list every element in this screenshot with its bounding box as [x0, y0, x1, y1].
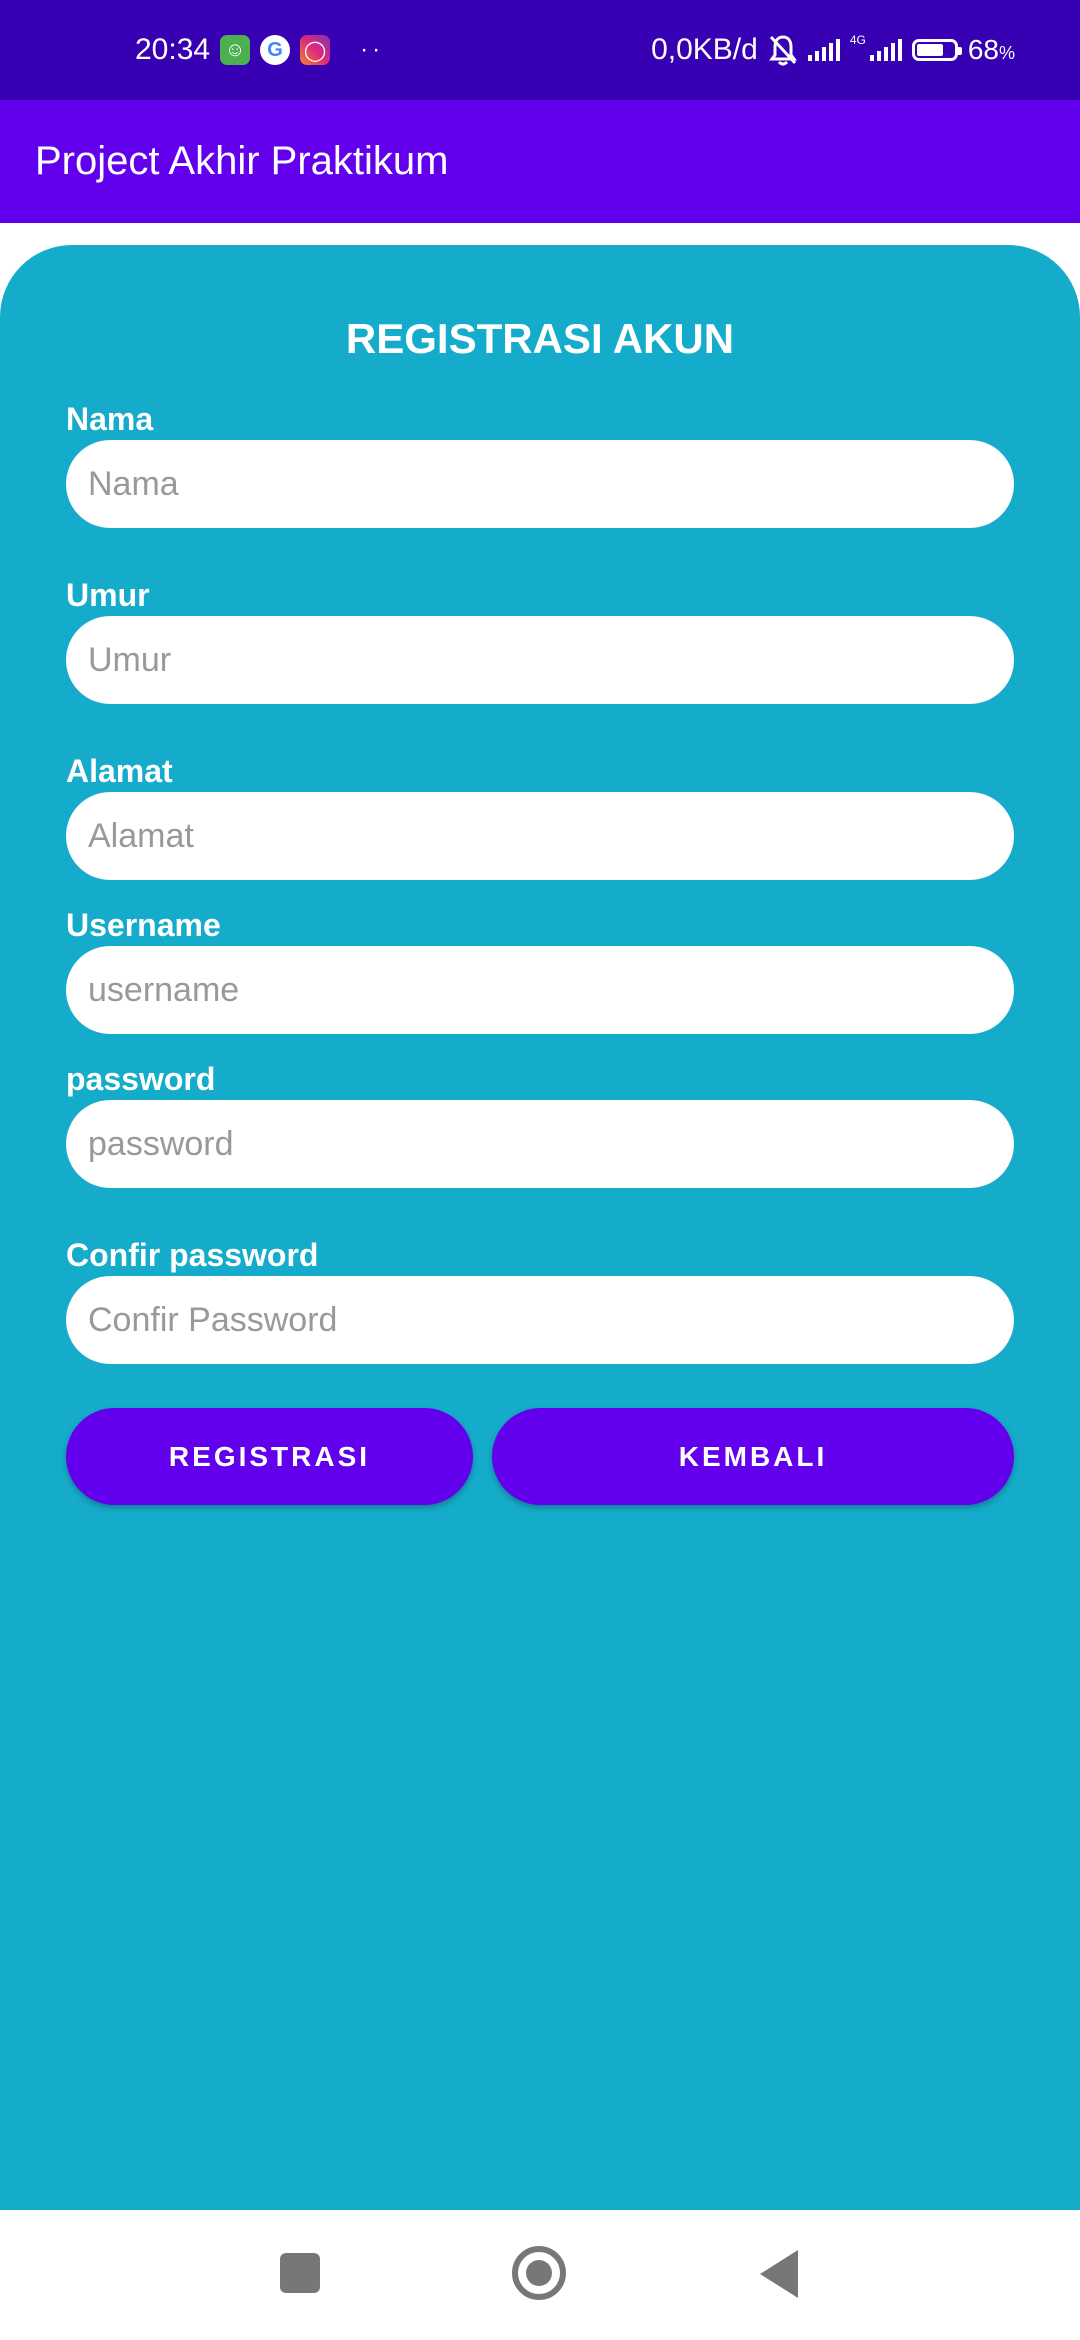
username-input[interactable]	[66, 946, 1014, 1034]
registration-card: REGISTRASI AKUN Nama Umur Alamat Usernam…	[0, 245, 1080, 2210]
register-button[interactable]: REGISTRASI	[66, 1408, 473, 1505]
umur-input[interactable]	[66, 616, 1014, 704]
network-type: 4G	[849, 33, 866, 47]
back-icon[interactable]	[760, 2250, 798, 2298]
google-icon: G	[260, 35, 291, 65]
bell-muted-icon	[768, 35, 797, 66]
confirm-password-input[interactable]	[66, 1276, 1014, 1364]
signal-4g-icon	[869, 39, 902, 61]
alamat-input[interactable]	[66, 792, 1014, 880]
form-title: REGISTRASI AKUN	[345, 315, 735, 362]
home-icon[interactable]	[512, 2246, 566, 2300]
recent-apps-icon[interactable]	[280, 2253, 320, 2293]
battery-fill	[916, 44, 943, 56]
status-bar-left: 20:34 ☺ G ◯ ··	[135, 0, 384, 100]
android-messages-icon: ☺	[220, 35, 251, 65]
umur-label: Umur	[66, 577, 150, 613]
confirm-password-label: Confir password	[66, 1237, 319, 1273]
alamat-label: Alamat	[66, 753, 173, 789]
status-time: 20:34	[135, 33, 211, 66]
username-label: Username	[66, 907, 221, 943]
nama-input[interactable]	[66, 440, 1014, 528]
password-input[interactable]	[66, 1100, 1014, 1188]
instagram-icon: ◯	[300, 35, 331, 65]
navigation-bar	[0, 2210, 1080, 2340]
battery-icon	[911, 39, 962, 61]
signal-icon	[807, 39, 840, 61]
more-notifications-icon: ··	[360, 36, 385, 63]
password-label: password	[66, 1061, 216, 1097]
status-bar-right: 0,0KB/d 4G 68%	[651, 0, 1015, 100]
battery-percentage: 68%	[967, 34, 1015, 65]
status-bar: 20:34 ☺ G ◯ ·· 0,0KB/d 4G 68%	[0, 0, 1080, 100]
app-bar: Project Akhir Praktikum	[0, 100, 1080, 223]
app-title: Project Akhir Praktikum	[35, 139, 449, 183]
nama-label: Nama	[66, 401, 154, 437]
network-speed: 0,0KB/d	[651, 33, 758, 66]
back-button[interactable]: KEMBALI	[492, 1408, 1014, 1505]
